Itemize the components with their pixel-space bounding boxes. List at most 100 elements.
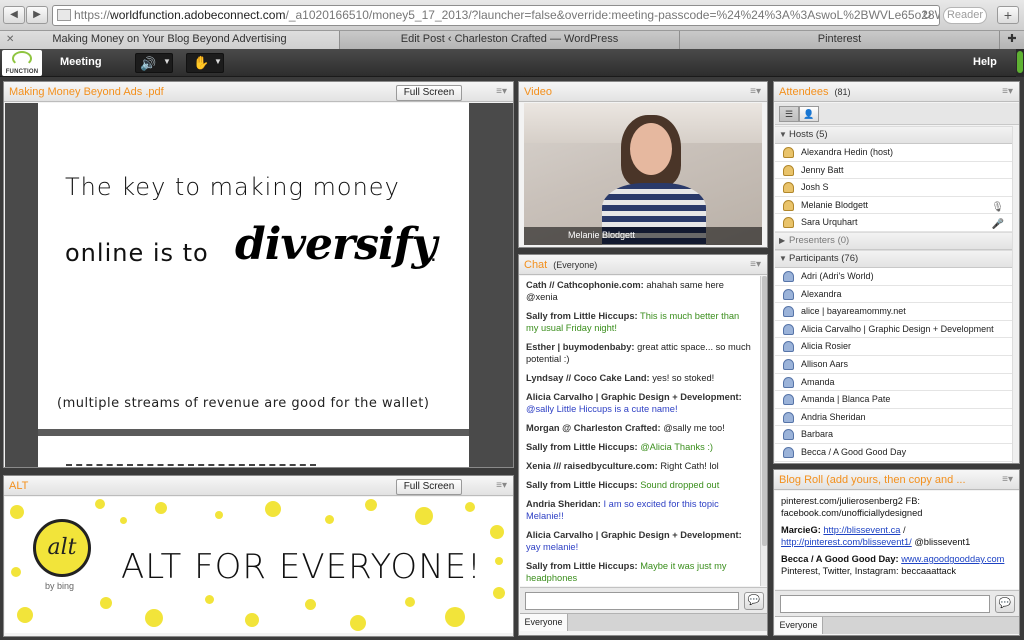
share-pod: Making Money Beyond Ads .pdf Full Screen… [3,81,514,468]
blog-note-input[interactable] [780,595,990,613]
chat-message: Lyndsay // Coco Cake Land: yes! so stoke… [520,369,767,388]
speech-bubble-icon: 💬 [998,598,1012,609]
attendee-row-participant[interactable]: Amanda [775,374,1019,392]
add-tab-icon: ✚ [1007,33,1017,45]
attendee-name: Alicia Carvalho | Graphic Design + Devel… [801,323,994,334]
video-presenter-name: Melanie Blodgett [568,230,636,240]
video-feed[interactable]: Melanie Blodgett [524,103,762,245]
pod-title: Attendees (81) [779,86,851,98]
collapsed-triangle-icon: ▶ [779,235,786,245]
participant-icon [783,394,794,406]
attendee-row-participant[interactable]: Amanda | Blanca Pate [775,391,1019,409]
participants-group-header[interactable]: ▼ Participants (76) [775,249,1019,268]
chat-sender: Esther | buymodenbaby: [526,342,635,352]
pod-header: ALT Full Screen ≡▾ [4,476,513,496]
microphone-icon: 🎙 [991,201,1004,213]
reload-icon[interactable]: ↻ [922,8,932,22]
attendee-row-participant[interactable]: Barbara [775,426,1019,444]
chat-input[interactable] [525,592,739,610]
group-label: Presenters (0) [789,234,850,246]
attendee-name: Alicia Rosier [801,341,852,352]
new-tab-button[interactable]: + [997,6,1019,24]
tab-edit-post[interactable]: Edit Post ‹ Charleston Crafted — WordPre… [340,31,680,49]
pod-menu-icon[interactable]: ≡▾ [496,86,507,97]
participant-icon [783,270,794,282]
address-bar[interactable]: https://worldfunction.adobeconnect.com/_… [52,5,940,26]
chat-text: @sally Little Hiccups is a cute name! [526,404,678,414]
speaker-button[interactable]: 🔊 ▼ [135,53,173,73]
tab-overflow[interactable]: ✚ [1000,31,1024,49]
tab-making-money[interactable]: ✕ Making Money on Your Blog Beyond Adver… [0,31,340,49]
pod-title: Chat (Everyone) [524,259,597,271]
attendee-row-participant[interactable]: Alicia Carvalho | Graphic Design + Devel… [775,321,1019,339]
status-view-button[interactable]: 👤 [799,106,819,122]
chat-message: Xenia /// raisedbyculture.com: Right Cat… [520,457,767,476]
chat-message: Sally from Little Hiccups: Maybe it was … [520,557,767,586]
chat-message: Sally from Little Hiccups: Sound dropped… [520,476,767,495]
forward-button[interactable]: ▶ [26,6,48,24]
attendee-row-host[interactable]: Josh S [775,179,1019,197]
status-button[interactable]: ✋ ▼ [186,53,224,73]
reader-button[interactable]: Reader [943,7,987,24]
blog-link[interactable]: http://blissevent.ca [823,525,900,535]
attendee-name: Allison Aars [801,358,849,369]
participant-icon [783,341,794,353]
slide-page: The key to making money online is to div… [38,103,469,429]
alt-logo: alt [33,519,91,577]
attendee-row-host[interactable]: Jenny Batt [775,162,1019,180]
blog-link[interactable]: http://pinterest.com/blissevent1/ [781,537,912,547]
pod-menu-icon[interactable]: ≡▾ [1002,474,1013,485]
pod-menu-icon[interactable]: ≡▾ [750,86,761,97]
page-scrollbar[interactable] [1016,49,1024,77]
tab-pinterest[interactable]: Pinterest [680,31,1000,49]
attendee-row-participant[interactable]: Becca / A Good Good Day [775,444,1019,462]
help-menu[interactable]: Help [973,56,997,68]
attendee-row-participant[interactable]: Allison Aars [775,356,1019,374]
attendee-row-host[interactable]: Sara Urquhart 🎤 [775,214,1019,232]
blog-tab-everyone[interactable]: Everyone [775,617,823,634]
chat-tab-everyone[interactable]: Everyone [520,614,568,631]
blog-link[interactable]: www.agoodgoodday.com [901,554,1004,564]
chat-sender: Lyndsay // Coco Cake Land: [526,373,650,383]
url-scheme: https:// [74,8,111,22]
slide-period: . [430,240,437,267]
attendee-row-participant[interactable]: Adri (Adri's World) [775,268,1019,286]
attendee-row-participant[interactable]: Alexandra [775,286,1019,304]
close-tab-icon[interactable]: ✕ [6,31,14,48]
pod-header: Attendees (81) ≡▾ [774,82,1019,102]
chat-scrollbar[interactable] [760,276,767,586]
pod-menu-icon[interactable]: ≡▾ [496,480,507,491]
chat-message: Sally from Little Hiccups: @Alicia Thank… [520,438,767,457]
attendees-title: Attendees [779,86,829,98]
attendee-row-host[interactable]: Alexandra Hedin (host) [775,144,1019,162]
fullscreen-button[interactable]: Full Screen [396,479,462,495]
expand-triangle-icon: ▼ [779,253,787,263]
chat-send-button[interactable]: 💬 [744,592,764,610]
chat-sender: Xenia /// raisedbyculture.com: [526,461,658,471]
chat-text: Right Cath! lol [660,461,719,471]
group-label: Participants (76) [789,252,859,264]
attendee-scrollbar[interactable] [1012,126,1019,463]
host-icon [783,217,794,229]
fullscreen-button[interactable]: Full Screen [396,85,462,101]
pod-menu-icon[interactable]: ≡▾ [1002,86,1013,97]
meeting-menu[interactable]: Meeting [60,56,102,68]
attendee-name: Melanie Blodgett [801,199,869,210]
presenters-group-header[interactable]: ▶ Presenters (0) [775,231,1019,250]
attendee-row-host[interactable]: Melanie Blodgett 🎙 [775,197,1019,215]
participant-icon [783,323,794,335]
attendees-pod: Attendees (81) ≡▾ ☰ 👤 ▼ Hosts (5) Alexandr… [773,81,1020,464]
participant-icon [783,358,794,370]
attendee-row-participant[interactable]: alice | bayareamommy.net [775,303,1019,321]
hosts-group-header[interactable]: ▼ Hosts (5) [775,126,1019,144]
attendee-count: (81) [834,87,851,97]
blog-send-button[interactable]: 💬 [995,595,1015,613]
url-path: /_a1020166510/money5_17_2013/?launcher=f… [285,8,939,22]
chat-text: @sally me too! [663,423,725,433]
pod-menu-icon[interactable]: ≡▾ [750,259,761,270]
attendee-row-participant[interactable]: Andria Sheridan [775,409,1019,427]
attendee-row-participant[interactable]: Alicia Rosier [775,338,1019,356]
list-view-button[interactable]: ☰ [779,106,799,122]
participant-icon [783,446,794,458]
back-button[interactable]: ◀ [3,6,25,24]
